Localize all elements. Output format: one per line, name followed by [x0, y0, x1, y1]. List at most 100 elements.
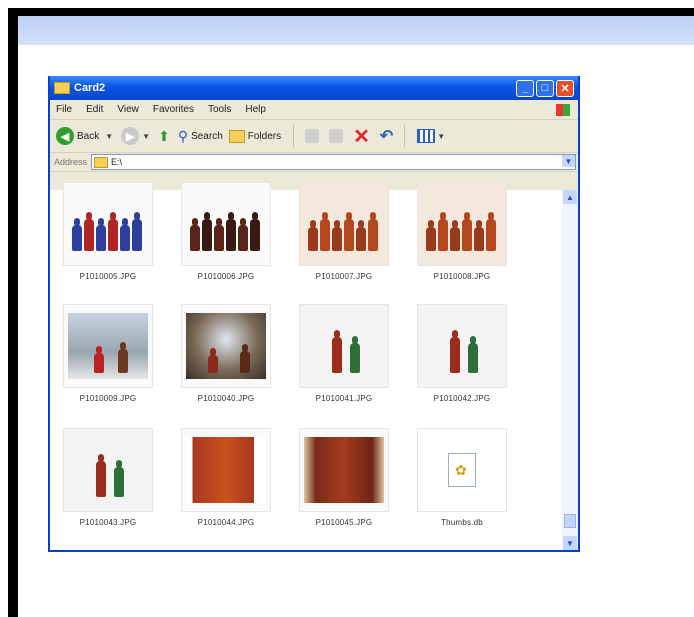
figure-shape: [486, 212, 496, 251]
windows-flag-icon: [556, 103, 570, 116]
address-dropdown-icon[interactable]: ▼: [562, 155, 575, 167]
file-thumbnail: [417, 428, 507, 512]
photo-thumbnail: [181, 182, 271, 266]
undo-icon[interactable]: ↶: [380, 126, 393, 146]
file-item[interactable]: P1010042.JPG: [402, 304, 522, 403]
file-item[interactable]: P1010045.JPG: [284, 428, 404, 527]
menu-file[interactable]: File: [56, 104, 72, 115]
figure-shape: [462, 212, 472, 251]
figure-shape: [114, 460, 124, 497]
up-folder-icon[interactable]: ⬆: [158, 128, 170, 145]
views-icon[interactable]: [417, 129, 436, 143]
figure-shape: [350, 336, 360, 373]
slide-header-bar: [18, 16, 694, 45]
file-item[interactable]: P1010006.JPG: [166, 182, 286, 281]
figure-shape: [120, 218, 130, 251]
views-dropdown-icon[interactable]: ▼: [437, 132, 445, 141]
figure-shape: [474, 220, 484, 251]
back-dropdown-icon[interactable]: ▼: [105, 132, 113, 141]
folders-icon[interactable]: [228, 129, 245, 143]
menu-edit[interactable]: Edit: [86, 104, 103, 115]
window-title: Card2: [74, 82, 106, 94]
photo-thumbnail: [299, 182, 389, 266]
figure-shape: [190, 218, 200, 251]
address-field[interactable]: E:\ ▼: [91, 154, 576, 170]
figure-shape: [438, 212, 448, 251]
figure-shape: [118, 342, 128, 373]
scroll-down-icon[interactable]: ▼: [563, 536, 577, 550]
menu-bar: File Edit View Favorites Tools Help: [50, 100, 578, 120]
file-item[interactable]: P1010040.JPG: [166, 304, 286, 403]
file-name: P1010009.JPG: [79, 394, 137, 403]
scroll-thumb[interactable]: [564, 514, 576, 528]
photo-thumbnail: [299, 428, 389, 512]
search-button-label[interactable]: Search: [191, 131, 223, 142]
toolbar-separator: [293, 125, 295, 147]
move-to-icon[interactable]: [305, 129, 320, 143]
explorer-window: Card2 _ □ ✕ File Edit View Favorites Too…: [48, 76, 580, 552]
figure-shape: [344, 212, 354, 251]
figure-shape: [214, 218, 224, 251]
file-name: P1010042.JPG: [433, 394, 491, 403]
figure-shape: [332, 330, 342, 373]
menu-help[interactable]: Help: [245, 104, 266, 115]
file-item[interactable]: P1010041.JPG: [284, 304, 404, 403]
delete-icon[interactable]: ✕: [353, 124, 370, 149]
minimize-button[interactable]: _: [516, 79, 534, 97]
figure-shape: [72, 218, 82, 251]
figure-shape: [208, 348, 218, 373]
photo-fill: [68, 313, 148, 379]
folders-button-label[interactable]: Folders: [248, 131, 281, 142]
address-bar: Address E:\ ▼: [50, 153, 578, 172]
address-value: E:\: [111, 157, 123, 167]
file-name: P1010045.JPG: [315, 518, 373, 527]
figure-shape: [308, 220, 318, 251]
db-file-icon: [448, 453, 476, 487]
figure-shape: [332, 220, 342, 251]
file-item[interactable]: P1010044.JPG: [166, 428, 286, 527]
file-name: P1010044.JPG: [197, 518, 255, 527]
close-button[interactable]: ✕: [556, 79, 574, 97]
file-name: P1010040.JPG: [197, 394, 255, 403]
file-item[interactable]: P1010009.JPG: [48, 304, 168, 403]
back-icon[interactable]: ◀: [56, 127, 74, 145]
photo-fill: [186, 437, 266, 503]
menu-tools[interactable]: Tools: [208, 104, 231, 115]
title-bar[interactable]: Card2 _ □ ✕: [50, 76, 578, 100]
search-icon[interactable]: ⚲: [178, 128, 188, 145]
figure-shape: [132, 212, 142, 251]
forward-dropdown-icon[interactable]: ▼: [142, 132, 150, 141]
scroll-up-icon[interactable]: ▲: [563, 190, 577, 204]
file-item[interactable]: Thumbs.db: [402, 428, 522, 527]
file-name: P1010005.JPG: [79, 272, 137, 281]
maximize-button[interactable]: □: [536, 79, 554, 97]
menu-favorites[interactable]: Favorites: [153, 104, 194, 115]
menu-view[interactable]: View: [117, 104, 139, 115]
address-label: Address: [54, 157, 88, 167]
vertical-scrollbar[interactable]: ▲ ▼: [562, 190, 578, 550]
figure-shape: [468, 336, 478, 373]
copy-to-icon[interactable]: [329, 129, 344, 143]
photo-thumbnail: [417, 304, 507, 388]
photo-thumbnail: [63, 304, 153, 388]
figure-shape: [94, 346, 104, 373]
figure-shape: [450, 330, 460, 373]
figure-shape: [450, 220, 460, 251]
file-name: P1010041.JPG: [315, 394, 373, 403]
file-item[interactable]: P1010005.JPG: [48, 182, 168, 281]
drive-folder-icon: [94, 156, 109, 168]
file-item[interactable]: P1010043.JPG: [48, 428, 168, 527]
figure-shape: [356, 220, 366, 251]
back-button-label[interactable]: Back: [77, 131, 99, 142]
photo-fill: [186, 313, 266, 379]
file-name: Thumbs.db: [441, 518, 483, 527]
figure-shape: [368, 212, 378, 251]
toolbar-separator: [404, 125, 406, 147]
file-item[interactable]: P1010008.JPG: [402, 182, 522, 281]
file-item[interactable]: P1010007.JPG: [284, 182, 404, 281]
file-name: P1010008.JPG: [433, 272, 491, 281]
forward-icon[interactable]: ▶: [121, 127, 140, 145]
photo-thumbnail: [63, 428, 153, 512]
file-list: P1010005.JPG P1010006.JPG P1010007.JPG P101…: [48, 182, 562, 550]
toolbar: ◀ Back ▼ ▶ ▼ ⬆ ⚲ Search Folders ✕ ↶ ▼: [50, 120, 578, 153]
